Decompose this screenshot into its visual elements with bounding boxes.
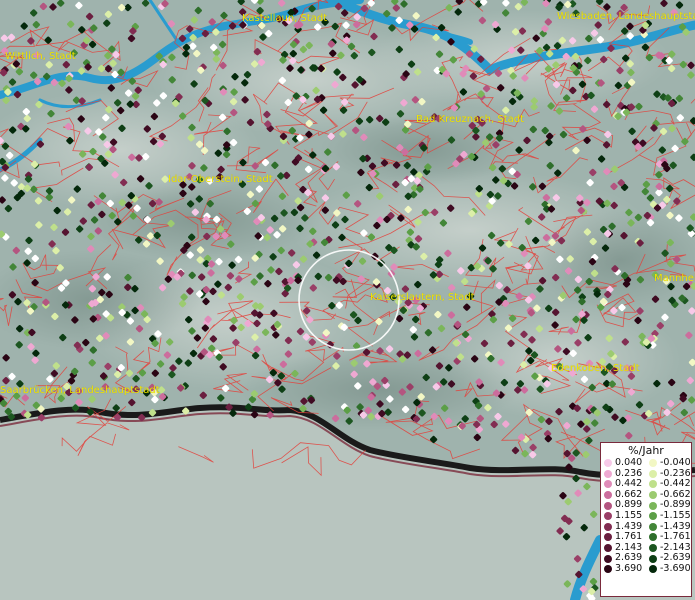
legend-value: -0.040 bbox=[660, 457, 691, 468]
city-label-bad-kreuznach: Bad Kreuznach, Stadt bbox=[416, 114, 525, 125]
city-label-wiesbaden: Wiesbaden, Landeshauptstadt bbox=[557, 11, 695, 22]
legend-swatch bbox=[604, 522, 612, 531]
legend-swatch bbox=[604, 544, 612, 553]
city-label-saarbruecken: Saarbrücken, Landeshauptstadt bbox=[0, 385, 160, 396]
city-label-mannheim: Mannheim bbox=[654, 273, 695, 284]
legend-swatch bbox=[649, 544, 657, 553]
legend-row: -0.040 bbox=[646, 457, 691, 469]
legend: %/Jahr 0.040 0.236 0.442 0.662 0.899 1.155 1.4… bbox=[600, 442, 692, 597]
legend-negative-column: -0.040 -0.236 -0.442 -0.662 -0.899 -1.155 -1.4… bbox=[646, 457, 691, 575]
legend-value: 1.155 bbox=[615, 509, 643, 521]
city-label-kastellaun: Kastellaun, Stadt bbox=[242, 13, 328, 24]
legend-swatch bbox=[649, 501, 657, 510]
legend-swatch bbox=[649, 554, 657, 563]
legend-row: 1.155 bbox=[601, 509, 646, 522]
legend-title: %/Jahr bbox=[628, 444, 664, 457]
map-canvas[interactable] bbox=[0, 0, 695, 600]
legend-swatch bbox=[649, 480, 657, 489]
city-label-kaiserslautern: Kaiserslautern, Stadt bbox=[370, 292, 475, 303]
legend-swatch bbox=[649, 469, 657, 478]
legend-swatch bbox=[604, 459, 612, 468]
legend-value: -3.690 bbox=[660, 562, 691, 574]
legend-swatch bbox=[604, 512, 612, 521]
legend-value: -1.155 bbox=[660, 509, 691, 521]
legend-swatch bbox=[649, 512, 657, 521]
legend-swatch bbox=[649, 565, 657, 574]
legend-value: 0.040 bbox=[615, 457, 643, 468]
city-label-idar-oberstein: Idar-Oberstein, Stadt bbox=[168, 174, 273, 185]
legend-positive-column: 0.040 0.236 0.442 0.662 0.899 1.155 1.439 1.761… bbox=[601, 457, 646, 575]
legend-row: 3.690 bbox=[601, 562, 646, 575]
legend-swatch bbox=[604, 554, 612, 563]
legend-swatch bbox=[604, 480, 612, 489]
legend-value: 3.690 bbox=[615, 562, 643, 574]
legend-swatch bbox=[649, 533, 657, 542]
legend-swatch bbox=[604, 491, 612, 500]
legend-swatch bbox=[649, 522, 657, 531]
legend-row: -1.155 bbox=[646, 509, 691, 522]
legend-swatch bbox=[649, 459, 657, 468]
legend-swatch bbox=[649, 491, 657, 500]
legend-swatch bbox=[604, 533, 612, 542]
city-label-wittlich: Wittlich, Stadt bbox=[5, 51, 76, 62]
map-view[interactable]: Kastellaun, Stadt Wiesbaden, Landeshaupt… bbox=[0, 0, 695, 600]
legend-row: 0.040 bbox=[601, 457, 646, 469]
legend-row: -3.690 bbox=[646, 562, 691, 575]
city-label-edenkoben: Edenkoben, Stadt bbox=[551, 363, 640, 374]
legend-swatch bbox=[604, 501, 612, 510]
legend-swatch bbox=[604, 469, 612, 478]
legend-swatch bbox=[604, 565, 612, 574]
